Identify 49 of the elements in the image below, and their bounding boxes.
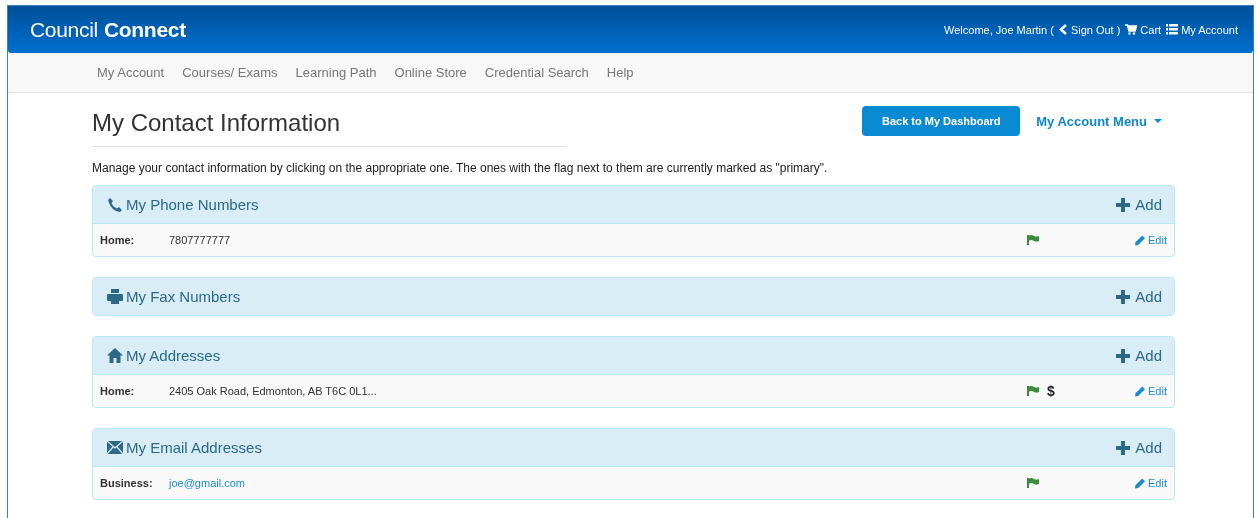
plus-icon	[1116, 440, 1131, 455]
envelope-icon	[107, 441, 123, 454]
add-link[interactable]: Add	[1116, 196, 1162, 213]
edit-link[interactable]: Edit	[1135, 234, 1167, 246]
account-link[interactable]: My Account	[1166, 23, 1238, 36]
plus-icon	[1116, 348, 1131, 363]
add-link[interactable]: Add	[1116, 347, 1162, 364]
welcome-text: Welcome, Joe Martin (	[944, 23, 1054, 36]
nav-link[interactable]: Learning Path	[295, 65, 377, 80]
printer-icon	[107, 289, 123, 304]
home-icon	[107, 348, 123, 363]
panel-title: My Fax Numbers	[126, 288, 241, 305]
entry-label: Business:	[100, 477, 154, 489]
nav-link[interactable]: Courses/ Exams	[182, 65, 278, 80]
nav-link[interactable]: Credential Search	[484, 65, 589, 80]
nav-link[interactable]: My Account	[97, 65, 165, 80]
panel-title: My Addresses	[126, 347, 221, 364]
logo[interactable]: Council Connect	[30, 17, 186, 42]
panel-title: My Phone Numbers	[126, 196, 259, 213]
entry-label: Home:	[100, 234, 136, 246]
description-text: Manage your contact information by clicking on the appropriate one. The ones with the flag next to them are currently marked as "primary".	[92, 161, 829, 175]
page-title: My Contact Information	[92, 108, 342, 137]
entry-value: 7807777777	[169, 234, 232, 246]
sign-out-link[interactable]: Sign Out	[1058, 23, 1114, 36]
cart-icon	[1125, 24, 1138, 35]
paren-text: )	[1116, 23, 1121, 36]
pencil-icon	[1135, 477, 1146, 489]
pencil-icon	[1135, 234, 1146, 246]
nav-link[interactable]: Online Store	[394, 65, 467, 80]
cart-link[interactable]: Cart	[1125, 23, 1162, 36]
entry-value: 2405 Oak Road, Edmonton, AB T6C 0L1...	[169, 385, 378, 397]
entry-label: Home:	[100, 385, 136, 397]
add-link[interactable]: Add	[1116, 288, 1162, 305]
billing-mark: $	[1047, 383, 1055, 399]
plus-icon	[1116, 197, 1131, 212]
edit-link[interactable]: Edit	[1135, 477, 1167, 489]
add-link[interactable]: Add	[1116, 439, 1162, 456]
nav-link[interactable]: Help	[606, 65, 634, 80]
caret-icon	[1154, 119, 1162, 123]
phone-icon	[107, 196, 123, 213]
chevron-left-icon	[1058, 24, 1068, 35]
email-link[interactable]: joe@gmail.com	[169, 477, 1027, 489]
panel-title: My Email Addresses	[126, 439, 262, 456]
pencil-icon	[1135, 385, 1146, 397]
plus-icon	[1116, 289, 1131, 304]
back-to-dashboard-button[interactable]: Back to My Dashboard	[862, 106, 1021, 136]
account-menu-dropdown[interactable]: My Account Menu	[1036, 113, 1162, 129]
list-icon	[1166, 24, 1179, 35]
edit-link[interactable]: Edit	[1135, 385, 1167, 397]
